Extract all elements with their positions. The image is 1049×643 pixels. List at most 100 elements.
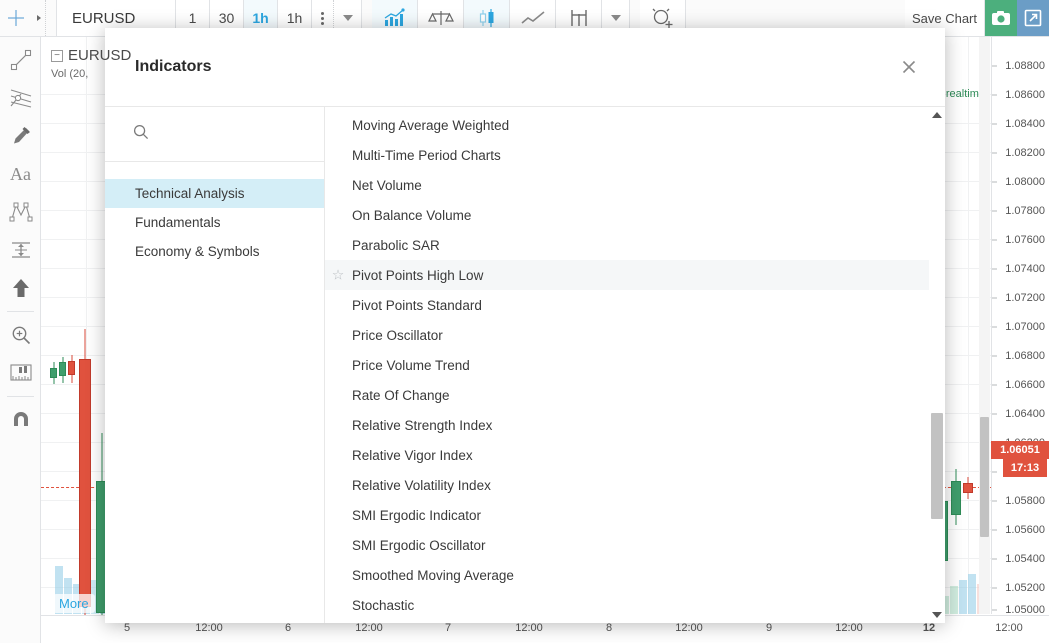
list-item[interactable]: Rate Of Change [325,380,945,410]
star-icon[interactable]: ☆ [330,267,346,284]
indicator-label: Pivot Points High Low [352,267,484,283]
indicator-label: Price Oscillator [352,327,443,343]
minus-box-icon[interactable]: − [51,49,63,62]
time-tick: 5 [123,622,131,634]
chevron-down-icon[interactable] [932,612,942,618]
time-tick: 12 [922,622,936,634]
crosshair-dropdown-arrow[interactable] [32,0,46,36]
dialog-title: Indicators [135,58,212,75]
dialog-scrollbar[interactable] [929,107,945,623]
price-tick: 1.05600 [1005,524,1045,536]
time-tick: 12:00 [995,622,1023,634]
last-price-badge: 1.06051 [991,441,1049,459]
chart-vertical-scrollbar[interactable] [979,37,990,614]
price-tick: 1.06400 [1005,408,1045,420]
search-input[interactable] [159,125,309,143]
price-tick: 1.07200 [1005,292,1045,304]
zoom-in-icon[interactable] [0,316,41,354]
close-icon[interactable] [895,53,923,81]
text-tool-label: Aa [10,163,31,184]
volume-bar [950,586,958,614]
volume-bar [959,580,967,614]
category-label: Economy & Symbols [135,244,260,259]
price-tick: 1.08000 [1005,176,1045,188]
list-item[interactable]: Relative Vigor Index [325,440,945,470]
list-item[interactable]: Stochastic [325,590,945,620]
measure-icon[interactable] [0,354,41,392]
share-external-icon[interactable] [1017,0,1049,36]
list-item[interactable]: SMI Ergodic Oscillator [325,530,945,560]
dialog-header: Indicators [105,28,945,107]
dialog-sidebar: Technical Analysis Fundamentals Economy … [105,107,325,623]
price-tick: 1.06600 [1005,379,1045,391]
candlestick [79,329,91,617]
indicator-list: Moving Average Weighted Multi-Time Perio… [325,107,945,620]
time-tick: 7 [444,622,452,634]
modal-overlay: Indicators Technical Analysis Fundamenta… [0,0,1049,643]
price-tick: 1.05200 [1005,582,1045,594]
last-time-badge: 17:13 [1003,459,1047,477]
time-tick: 12:00 [195,622,223,634]
trading-chart-app: EURUSD 1 30 1h 1h Save Chart Aa − EURUSD… [0,0,1049,643]
search-icon [133,124,149,145]
list-item[interactable]: Price Volume Trend [325,350,945,380]
list-item[interactable]: SMI Ergodic Indicator [325,500,945,530]
price-tick: 1.07600 [1005,234,1045,246]
time-tick: 9 [765,622,773,634]
camera-icon[interactable] [985,0,1017,36]
list-item[interactable]: ☆ Pivot Points High Low [325,260,945,290]
list-item[interactable]: Parabolic SAR [325,230,945,260]
candlestick [951,469,961,525]
price-tick: 1.08600 [1005,89,1045,101]
scrollbar-thumb[interactable] [931,413,943,519]
list-item[interactable]: On Balance Volume [325,200,945,230]
arrow-up-icon[interactable] [0,269,41,307]
search-row[interactable] [105,107,324,162]
volume-bar [968,574,976,614]
price-tick: 1.06800 [1005,350,1045,362]
price-tick: 1.08400 [1005,118,1045,130]
pitchfork-icon[interactable] [0,79,41,117]
time-tick: 12:00 [675,622,703,634]
price-tick: 1.07000 [1005,321,1045,333]
list-item[interactable]: Price Oscillator [325,320,945,350]
sidebar-item-fundamentals[interactable]: Fundamentals [105,208,324,237]
list-item[interactable]: Pivot Points Standard [325,290,945,320]
indicator-label: Smoothed Moving Average [352,567,514,583]
list-item[interactable]: Relative Strength Index [325,410,945,440]
indicator-label: Price Volume Trend [352,357,470,373]
text-tool-icon[interactable]: Aa [0,155,41,193]
category-label: Technical Analysis [135,186,245,201]
trend-line-icon[interactable] [0,41,41,79]
scrollbar-track[interactable] [929,107,945,623]
gridline-v [968,37,969,614]
indicator-label: SMI Ergodic Indicator [352,507,482,523]
list-item[interactable]: Multi-Time Period Charts [325,140,945,170]
time-tick: 6 [284,622,292,634]
legend-symbol: EURUSD [68,47,132,64]
list-item[interactable]: Moving Average Weighted [325,110,945,140]
indicator-label: Multi-Time Period Charts [352,147,501,163]
magnet-icon[interactable] [0,401,41,439]
chevron-up-icon[interactable] [932,112,942,118]
scrollbar-thumb[interactable] [980,417,989,537]
time-tick: 12:00 [355,622,383,634]
more-button[interactable]: More [53,594,95,613]
price-range-icon[interactable] [0,231,41,269]
crosshair-icon[interactable] [0,0,32,36]
indicator-label: Pivot Points Standard [352,297,482,313]
sidebar-item-technical-analysis[interactable]: Technical Analysis [105,179,324,208]
indicator-label: Moving Average Weighted [352,117,510,133]
candlestick [59,357,66,383]
sidebar-item-economy-symbols[interactable]: Economy & Symbols [105,237,324,266]
indicator-label: SMI Ergodic Oscillator [352,537,486,553]
indicator-label: Stochastic [352,597,415,613]
list-item[interactable]: Smoothed Moving Average [325,560,945,590]
price-scale[interactable]: 1.08800 1.08600 1.08400 1.08200 1.08000 … [991,37,1049,616]
list-item[interactable]: Net Volume [325,170,945,200]
list-item[interactable]: Relative Volatility Index [325,470,945,500]
category-label: Fundamentals [135,215,221,230]
brush-icon[interactable] [0,117,41,155]
pattern-icon[interactable] [0,193,41,231]
candlestick [50,362,57,384]
